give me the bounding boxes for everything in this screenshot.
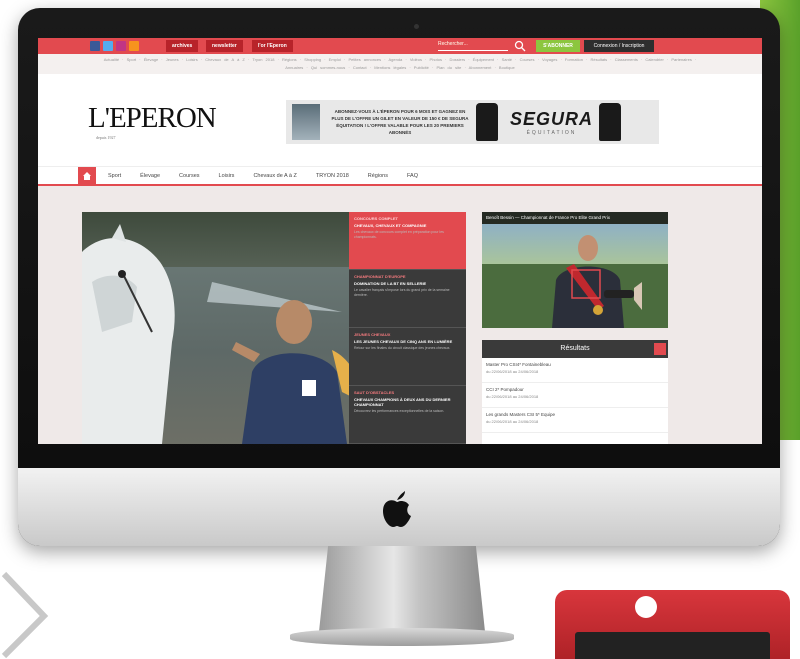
sublinks-bar[interactable]: Actualité · Sport · Élevage · Jeunes · L… — [38, 54, 762, 74]
nav-item-regions[interactable]: Régions — [368, 173, 388, 179]
login-button[interactable]: Connexion / Inscription — [584, 40, 654, 52]
home-button[interactable] — [78, 166, 96, 185]
result-item[interactable]: CCI 2* Pompadour du 22/06/2018 au 24/06/… — [482, 383, 668, 408]
chevron-right-icon — [1, 571, 49, 659]
video-player[interactable]: Benoît Bessin — Championnat de France Pr… — [482, 212, 668, 328]
newsletter-button[interactable]: newsletter — [206, 40, 243, 52]
result-title: Master Pro CSI4* Fontainebleau — [486, 362, 551, 367]
monitor-stand — [318, 546, 486, 641]
nav-item-courses[interactable]: Courses — [179, 173, 199, 179]
search-input[interactable]: Rechercher... — [438, 41, 508, 51]
site-logo[interactable]: L'EPERON depuis 1927 — [88, 102, 217, 140]
story-desc: Découvrez les performances exceptionnell… — [354, 409, 445, 413]
video-title: Benoît Bessin — Championnat de France Pr… — [482, 212, 668, 224]
story-desc: Retour sur les finales du circuit classi… — [354, 346, 451, 350]
nav-item-chevaux[interactable]: Chevaux de A à Z — [253, 173, 296, 179]
result-title: Les grands Masters CSI 5* Equipe — [486, 412, 556, 417]
social-icons — [90, 41, 139, 51]
side-stories: CONCOURS COMPLET CHEVAUX, CHEVAUX ET COM… — [349, 212, 466, 444]
story-headline: CHEVAUX, CHEVAUX ET COMPAGNIE — [354, 223, 427, 228]
site-header: L'EPERON depuis 1927 ABONNEZ-VOUS À L'ÉP… — [38, 74, 762, 166]
story-item[interactable]: CHAMPIONNAT D'EUROPE DOMINATION DE LA BT… — [349, 270, 466, 328]
phone-device — [555, 590, 790, 659]
logo-subtitle: depuis 1927 — [96, 135, 116, 140]
instagram-icon[interactable] — [116, 41, 126, 51]
chevron-down-icon[interactable] — [654, 343, 666, 355]
jacket-image — [476, 103, 498, 141]
browser-screen: archives newsletter l'or l'Eperon Recher… — [38, 38, 762, 444]
result-date: du 22/06/2018 au 24/06/2018 — [486, 419, 539, 424]
jacket-image — [599, 103, 622, 141]
story-desc: Le cavalier français s'impose lors du gr… — [354, 288, 450, 297]
story-category: CHAMPIONNAT D'EUROPE — [354, 274, 406, 279]
rss-icon[interactable] — [129, 41, 139, 51]
result-date: du 22/06/2018 au 24/06/2018 — [486, 369, 539, 374]
banner-text: ABONNEZ-VOUS À L'ÉPERON POUR 6 MOIS ET G… — [331, 109, 469, 135]
result-item[interactable]: Les grands Masters CSI 5* Equipe du 22/0… — [482, 408, 668, 433]
story-headline: CHEVAUX CHAMPIONS À DEUX ANS DU DERNIER … — [354, 397, 451, 407]
result-date: du 22/06/2018 au 24/06/2018 — [486, 394, 539, 399]
rider-illustration — [232, 300, 349, 444]
top-bar: archives newsletter l'or l'Eperon Recher… — [38, 38, 762, 54]
story-headline: DOMINATION DE LA BT EN SELLERIE — [354, 281, 427, 286]
phone-logo-icon — [635, 596, 657, 618]
results-title: Résultats — [560, 345, 590, 352]
video-person — [552, 235, 624, 328]
apple-logo-icon — [383, 491, 411, 527]
banner-brand-name: SEGURA — [510, 108, 594, 129]
nav-item-sport[interactable]: Sport — [108, 173, 121, 179]
result-item[interactable]: Master Pro CSI4* Fontainebleau du 22/06/… — [482, 358, 668, 383]
story-category: CONCOURS COMPLET — [354, 216, 398, 221]
archives-button[interactable]: archives — [166, 40, 199, 52]
camera-icon — [414, 24, 419, 29]
main-content: CONCOURS COMPLET CHEVAUX, CHEVAUX ET COM… — [38, 188, 762, 444]
story-category: JEUNES CHEVAUX — [354, 332, 391, 337]
facebook-icon[interactable] — [90, 41, 100, 51]
main-nav: Sport Élevage Courses Loisirs Chevaux de… — [38, 166, 762, 186]
ad-banner[interactable]: ABONNEZ-VOUS À L'ÉPERON POUR 6 MOIS ET G… — [286, 100, 659, 144]
banner-brand: SEGURA ÉQUITATION — [510, 109, 593, 136]
story-item[interactable]: JEUNES CHEVAUX LES JEUNES CHEVAUX DE CIN… — [349, 328, 466, 386]
microphone-icon — [604, 282, 642, 310]
story-headline: LES JEUNES CHEVAUX DE CINQ ANS EN LUMIÈR… — [354, 339, 453, 344]
story-category: SAUT D'OBSTACLES — [354, 390, 395, 395]
search-icon[interactable] — [514, 40, 526, 52]
scene: archives newsletter l'or l'Eperon Recher… — [0, 0, 800, 659]
or-eperon-button[interactable]: l'or l'Eperon — [252, 40, 293, 52]
phone-screen — [575, 632, 770, 659]
home-icon — [83, 171, 91, 180]
results-widget: Résultats Master Pro CSI4* Fontainebleau… — [482, 340, 668, 444]
story-desc: Les chevaux de concours complet en prépa… — [354, 230, 444, 239]
twitter-icon[interactable] — [103, 41, 113, 51]
results-header: Résultats — [482, 340, 668, 358]
story-item[interactable]: CONCOURS COMPLET CHEVAUX, CHEVAUX ET COM… — [349, 212, 466, 270]
hero-image[interactable] — [82, 212, 349, 444]
nav-item-loisirs[interactable]: Loisirs — [219, 173, 235, 179]
logo-text: L'EPERON — [88, 102, 217, 134]
banner-brand-sub: ÉQUITATION — [526, 129, 577, 136]
result-title: CCI 2* Pompadour — [486, 387, 524, 392]
nav-item-tryon[interactable]: TRYON 2018 — [316, 173, 349, 179]
monitor-foot — [290, 628, 514, 646]
nav-item-faq[interactable]: FAQ — [407, 173, 418, 179]
magazine-cover — [292, 104, 320, 140]
subscribe-button[interactable]: S'ABONNER — [536, 40, 580, 52]
story-item[interactable]: SAUT D'OBSTACLES CHEVAUX CHAMPIONS À DEU… — [349, 386, 466, 444]
nav-item-elevage[interactable]: Élevage — [140, 173, 160, 179]
